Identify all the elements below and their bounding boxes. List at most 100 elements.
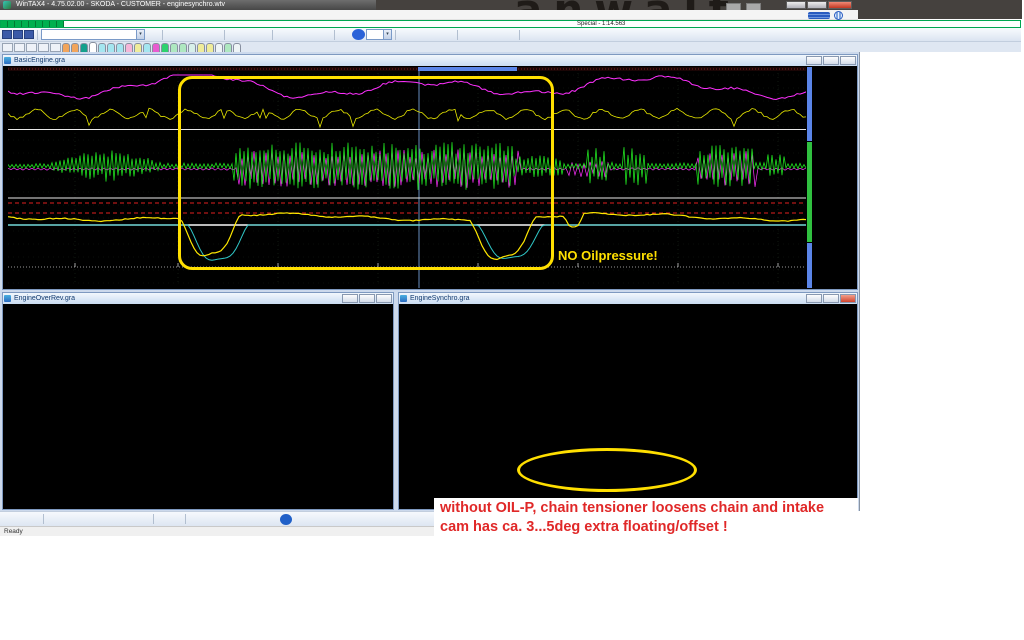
window-maximize-button[interactable] [823, 56, 839, 65]
highlight-icon[interactable] [189, 514, 201, 525]
play-icon[interactable] [352, 29, 365, 40]
scale-indicator-strip[interactable] [807, 243, 812, 288]
layers-icon[interactable] [215, 514, 227, 525]
forward-icon[interactable] [290, 29, 303, 40]
annotate-icon[interactable] [427, 29, 440, 40]
window-close-button[interactable] [840, 56, 856, 65]
tabs-scroll-right-button[interactable] [38, 43, 49, 52]
window-titlebar[interactable]: BasicEngine.gra [3, 55, 857, 66]
tab-brakes[interactable] [179, 43, 187, 52]
tabs-scroll-left-button[interactable] [26, 43, 37, 52]
gear-icon[interactable] [319, 514, 331, 525]
split-view-icon[interactable] [208, 29, 221, 40]
chevron-down-icon[interactable]: ▾ [383, 30, 391, 39]
tab-temperatures[interactable] [98, 43, 106, 52]
tab-fuel-and-mileage[interactable] [71, 43, 79, 52]
tab-knocking[interactable] [125, 43, 133, 52]
tab-engine[interactable] [89, 42, 97, 52]
display-page-icon[interactable] [146, 29, 159, 40]
note-icon[interactable] [254, 514, 266, 525]
window-minimize-button[interactable] [342, 294, 358, 303]
window-titlebar[interactable]: EngineOverRev.gra [3, 293, 393, 304]
window-maximize-button[interactable] [823, 294, 839, 303]
add-channel-icon[interactable] [228, 514, 240, 525]
clock-icon[interactable] [293, 514, 305, 525]
tab--[interactable] [233, 43, 241, 52]
add-axis-icon[interactable] [241, 514, 253, 525]
tab-idleclutch[interactable] [206, 43, 214, 52]
app-minimize-button[interactable] [786, 1, 806, 9]
new-panel-icon[interactable] [441, 29, 454, 40]
overlay-view-icon[interactable] [194, 29, 207, 40]
cursor-icon[interactable] [157, 514, 169, 525]
window-titlebar[interactable]: EngineSynchro.gra [399, 293, 857, 304]
tab-basoff[interactable] [152, 43, 160, 52]
compare-icon[interactable] [475, 29, 488, 40]
speed-combo[interactable]: ▾ [366, 29, 392, 40]
alarm-icon[interactable] [338, 29, 351, 40]
marker-clear-icon[interactable] [242, 29, 255, 40]
zoom-fit-icon[interactable] [86, 514, 98, 525]
layout-icon[interactable] [461, 29, 474, 40]
record-icon[interactable] [523, 29, 536, 40]
tab-stepoffphase[interactable] [224, 43, 232, 52]
tab-speed[interactable] [170, 43, 178, 52]
zoom-x-icon[interactable] [99, 514, 111, 525]
import-icon[interactable] [503, 29, 516, 40]
window-layout-icon[interactable] [28, 514, 40, 525]
profile-select[interactable]: ▾ [41, 29, 145, 40]
table-view-icon[interactable] [180, 29, 193, 40]
tab-oil[interactable] [116, 43, 124, 52]
zoom-out-icon[interactable] [60, 514, 72, 525]
zoom-region-icon[interactable] [73, 514, 85, 525]
export-grid-icon[interactable] [551, 29, 564, 40]
zoom-in-icon[interactable] [47, 514, 59, 525]
tab-electric[interactable] [188, 43, 196, 52]
tab-watercircuit[interactable] [107, 43, 115, 52]
prev-marker-icon[interactable] [304, 29, 317, 40]
refresh-icon[interactable] [332, 514, 344, 525]
doc-restore-button[interactable] [13, 30, 23, 39]
tab-diagnostic[interactable] [62, 43, 70, 52]
window-close-button[interactable] [376, 294, 392, 303]
search-icon[interactable] [399, 29, 412, 40]
monitor-icon[interactable] [306, 514, 318, 525]
live-icon[interactable] [537, 29, 550, 40]
tab-lambda[interactable] [134, 43, 142, 52]
window-minimize-button[interactable] [806, 294, 822, 303]
chevron-down-icon[interactable]: ▾ [136, 30, 144, 39]
window-minimize-button[interactable] [806, 56, 822, 65]
app-close-button[interactable] [828, 1, 852, 9]
edit-icon[interactable] [413, 29, 426, 40]
save-icon[interactable] [2, 514, 14, 525]
info-icon[interactable] [280, 514, 292, 525]
marker-set-icon[interactable] [228, 29, 241, 40]
zoom-y-icon[interactable] [112, 514, 124, 525]
scale-indicator-strip[interactable] [807, 142, 812, 242]
tab-launchstart[interactable] [161, 43, 169, 52]
sync-icon[interactable] [489, 29, 502, 40]
flag-icon[interactable] [202, 514, 214, 525]
scale-indicator-strip[interactable] [807, 67, 812, 141]
save-as-icon[interactable] [15, 514, 27, 525]
chart-area-engineoverrev[interactable] [4, 304, 392, 508]
tab-shifting[interactable] [143, 43, 151, 52]
next-marker-icon[interactable] [318, 29, 331, 40]
tab-midval[interactable] [215, 43, 223, 52]
doc-minimize-button[interactable] [2, 30, 12, 39]
tab-enginesynchro[interactable] [80, 43, 88, 52]
home-icon[interactable] [256, 29, 269, 40]
window-close-button[interactable] [840, 294, 856, 303]
app-maximize-button[interactable] [807, 1, 827, 9]
tabs-close-button[interactable] [2, 43, 13, 52]
zoom-reset-icon[interactable] [125, 514, 137, 525]
back-icon[interactable] [276, 29, 289, 40]
tab-psu[interactable] [197, 43, 205, 52]
pan-icon[interactable] [138, 514, 150, 525]
cursor-mode-dropdown-icon[interactable] [170, 514, 182, 525]
graph-grid-icon[interactable] [166, 29, 179, 40]
doc-close-button[interactable] [24, 30, 34, 39]
frame-icon[interactable] [267, 514, 279, 525]
window-maximize-button[interactable] [359, 294, 375, 303]
tabs-scroll-end-button[interactable] [50, 43, 61, 52]
